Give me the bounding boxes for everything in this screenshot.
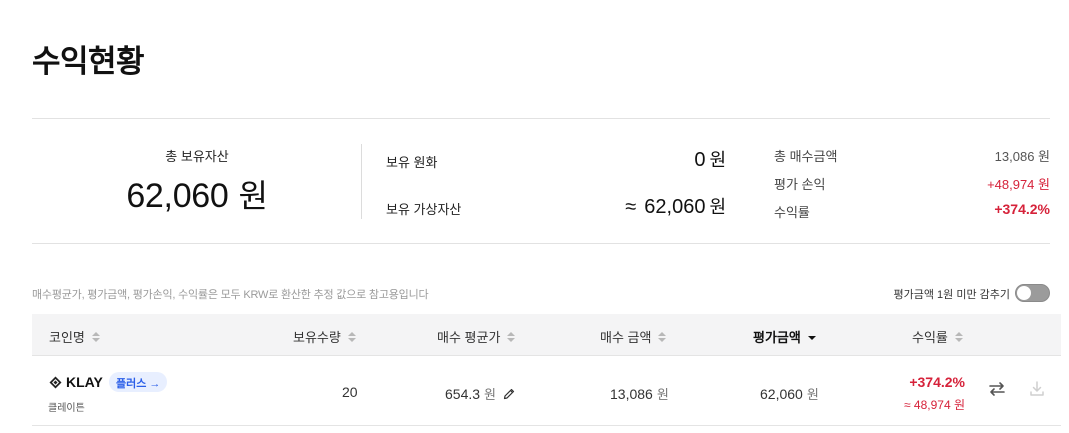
crypto-holding-label: 보유 가상자산 (386, 202, 462, 217)
approx-symbol: ≈ (625, 196, 637, 218)
eval-pl-row: 평가 손익 +48,974 원 (774, 172, 1050, 192)
summary-divider (361, 144, 362, 219)
sort-icon (91, 332, 100, 343)
table-row[interactable]: KLAY 플러스 → 클레이튼 20 654.3 원 13,086 원 62,060… (32, 356, 1061, 426)
asset-summary: 총 보유자산 62,060 원 보유 원화 0원 보유 가상자산 ≈62,060 원… (32, 118, 1050, 244)
krw-holding-row: 보유 원화 0원 (386, 144, 726, 174)
krw-holding-amount: 0 (694, 149, 706, 171)
plus-badge[interactable]: 플러스 → (109, 372, 168, 392)
eval-amount-unit: 원 (806, 387, 819, 402)
header-qty-label: 보유수량 (293, 330, 341, 345)
crypto-holding-amount: 62,060 (644, 196, 706, 218)
header-return[interactable]: 수익률 (912, 327, 963, 346)
header-avg-price[interactable]: 매수 평균가 (437, 327, 516, 346)
qty-cell: 20 (342, 384, 358, 400)
krw-holding-value: 0원 (694, 146, 726, 172)
header-coin[interactable]: 코인명 (49, 327, 100, 346)
total-buy-row: 총 매수금액 13,086 원 (774, 144, 1050, 164)
sort-icon (347, 332, 356, 343)
return-row: 수익률 +374.2% (774, 200, 1050, 220)
total-assets-unit: 원 (238, 178, 268, 214)
krw-holding-unit: 원 (709, 150, 726, 170)
total-assets-amount: 62,060 (126, 177, 229, 215)
eval-pl-value: +48,974 원 (987, 177, 1050, 192)
eval-amount-value: 62,060 (760, 386, 803, 402)
total-assets-value: 62,060 원 (32, 171, 362, 217)
coin-symbol[interactable]: KLAY (66, 374, 103, 390)
avg-price-value: 654.3 (445, 386, 481, 402)
klay-coin-icon (49, 376, 62, 389)
total-buy-label: 총 매수금액 (774, 149, 838, 164)
download-icon[interactable] (1029, 380, 1045, 398)
avg-price-unit: 원 (484, 387, 497, 402)
crypto-holding-row: 보유 가상자산 ≈62,060 원 (386, 191, 726, 221)
estimate-notice: 매수평균가, 평가금액, 평가손익, 수익률은 모두 KRW로 환산한 추정 값… (32, 289, 429, 301)
sort-icon (954, 332, 963, 343)
total-assets-box: 총 보유자산 62,060 원 (32, 119, 362, 245)
crypto-holding-unit: 원 (709, 197, 726, 217)
header-buy-amount-label: 매수 금액 (600, 330, 652, 345)
sort-desc-icon (807, 332, 816, 343)
hide-small-toggle[interactable] (1015, 284, 1050, 302)
holdings-table-header: 코인명 보유수량 매수 평균가 매수 금액 평가금액 수익률 (32, 314, 1061, 356)
buy-amount-cell: 13,086 원 (610, 384, 669, 403)
toggle-knob (1017, 286, 1031, 300)
hide-small-label: 평가금액 1원 미만 감추기 (893, 289, 1011, 301)
avg-price-cell: 654.3 원 (445, 384, 515, 403)
sort-icon (507, 332, 516, 343)
buy-amount-value: 13,086 (610, 386, 653, 402)
sort-icon (658, 332, 667, 343)
swap-icon[interactable] (988, 380, 1006, 398)
page-title: 수익현황 (32, 44, 145, 79)
krw-holding-label: 보유 원화 (386, 155, 438, 170)
total-assets-label: 총 보유자산 (165, 149, 229, 164)
header-eval-amount[interactable]: 평가금액 (753, 327, 816, 346)
eval-pl-label: 평가 손익 (774, 177, 826, 192)
total-buy-value: 13,086 원 (994, 149, 1050, 164)
return-label: 수익률 (774, 205, 810, 220)
header-coin-label: 코인명 (49, 330, 85, 345)
header-return-label: 수익률 (912, 330, 948, 345)
return-amount-cell: ≈ 48,974 원 (904, 398, 965, 412)
header-buy-amount[interactable]: 매수 금액 (600, 327, 667, 346)
eval-amount-cell: 62,060 원 (760, 384, 819, 403)
header-qty[interactable]: 보유수량 (293, 327, 356, 346)
return-value: +374.2% (994, 201, 1050, 217)
header-eval-amount-label: 평가금액 (753, 330, 801, 345)
crypto-holding-value: ≈62,060 원 (625, 193, 726, 219)
coin-name: 클레이튼 (48, 403, 85, 414)
return-pct-cell: +374.2% (909, 374, 965, 390)
pencil-edit-icon[interactable] (503, 388, 515, 400)
buy-amount-unit: 원 (656, 387, 669, 402)
header-avg-price-label: 매수 평균가 (437, 330, 501, 345)
